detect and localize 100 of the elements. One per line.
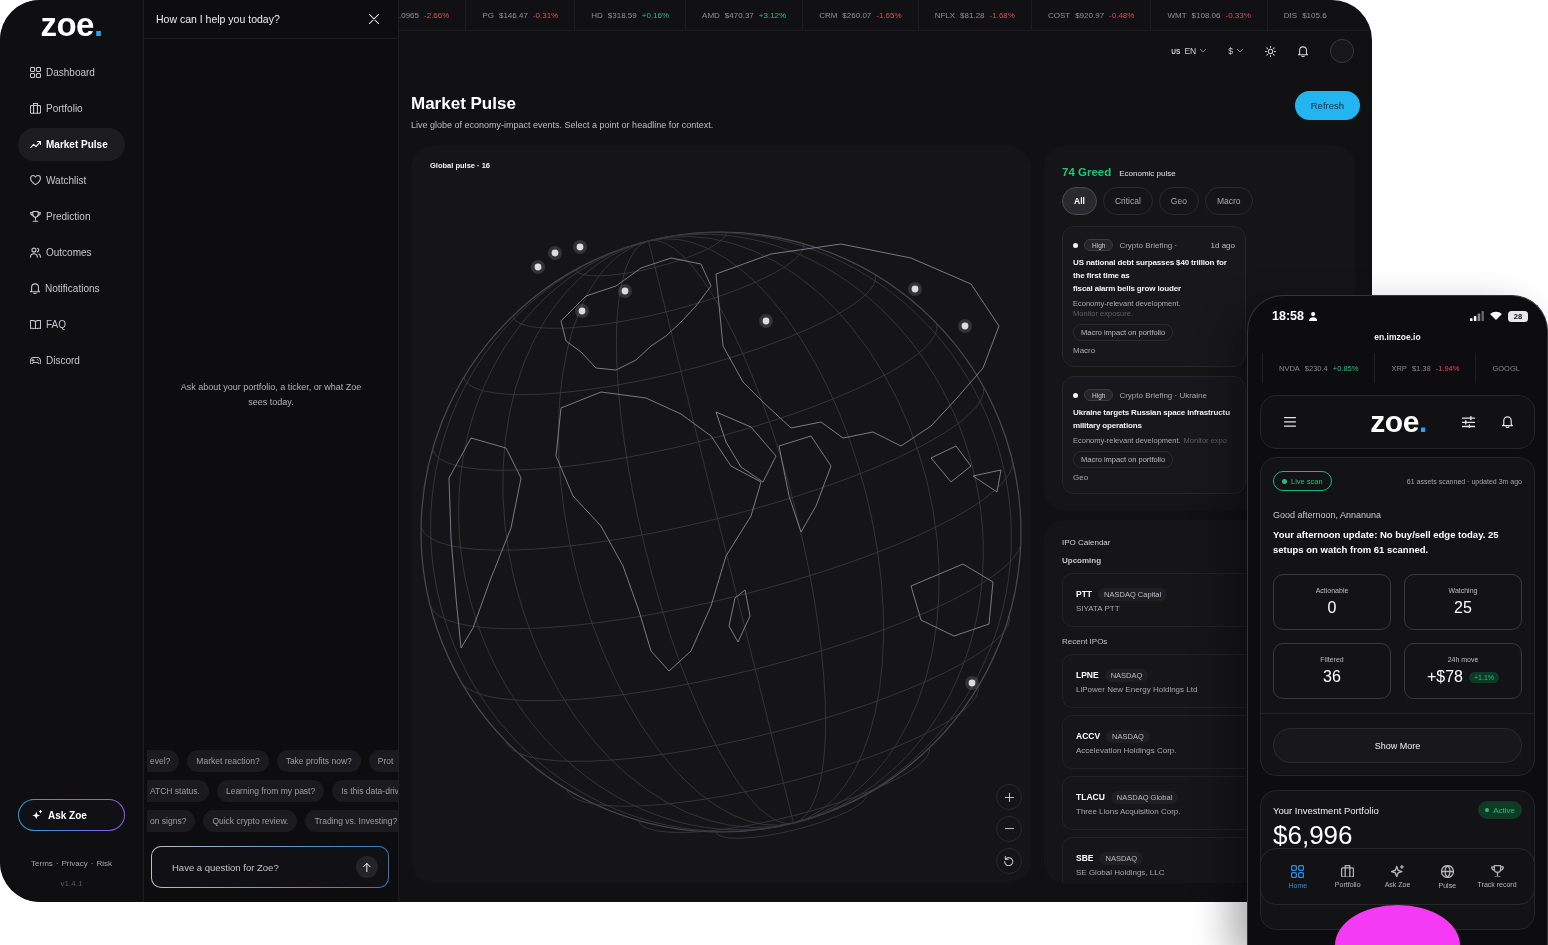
sidebar-item[interactable]: Market Pulse: [18, 128, 125, 161]
ipo-ticker: ACCV: [1076, 731, 1101, 741]
news-category: Macro: [1073, 346, 1096, 356]
sun-icon[interactable]: [1264, 45, 1276, 57]
trophy-icon: [30, 211, 41, 222]
event-marker-icon[interactable]: [759, 314, 773, 328]
separator: ·: [90, 859, 94, 869]
ipo-ticker: LPNE: [1076, 670, 1099, 680]
ticker-price: $105.6: [1302, 10, 1327, 20]
news-time: 1d ago: [1210, 240, 1235, 250]
footer-link[interactable]: Risk: [96, 859, 112, 869]
suggestion-chip[interactable]: Prot: [368, 750, 398, 772]
message-composer[interactable]: Have a question for Zoe?: [151, 846, 389, 888]
footer-link[interactable]: Terms: [31, 859, 53, 869]
show-more-button[interactable]: Show More: [1273, 728, 1522, 763]
chevron-down-icon: [1200, 49, 1207, 53]
sidebar-item[interactable]: Outcomes: [18, 236, 125, 269]
gamepad-icon: [30, 356, 41, 365]
event-marker-icon[interactable]: [908, 282, 922, 296]
page-title: Market Pulse: [411, 93, 517, 115]
sidebar-item[interactable]: FAQ: [18, 308, 125, 341]
ticker-price: $146.47: [498, 10, 528, 20]
sidebar-item[interactable]: Dashboard: [18, 56, 125, 89]
status-time: 18:58: [1272, 309, 1304, 323]
ticker-change: -0.31%: [532, 10, 559, 20]
logo: zoe.: [40, 8, 103, 42]
ticker-price: $318.59: [607, 10, 637, 20]
question-input[interactable]: Have a question for Zoe?: [172, 855, 350, 879]
ask-zoe-button[interactable]: Ask Zoe: [18, 799, 125, 831]
reset-view-button[interactable]: [996, 848, 1022, 874]
ticker-change: +3.12%: [758, 10, 787, 20]
suggestion-chip[interactable]: Market reaction?: [187, 750, 269, 772]
event-marker-icon[interactable]: [531, 260, 545, 274]
suggestion-chip[interactable]: Trading vs. Investing?: [305, 810, 398, 832]
briefcase-icon: [1341, 864, 1355, 878]
footer-link[interactable]: Privacy: [61, 859, 88, 869]
menu-icon[interactable]: [1284, 417, 1296, 427]
book-icon: [30, 319, 41, 330]
suggestion-chip[interactable]: evel?: [147, 750, 180, 772]
event-marker-icon[interactable]: [575, 304, 589, 318]
suggestion-chip[interactable]: Take profits now?: [276, 750, 361, 772]
portfolio-title: Your Investment Portfolio: [1273, 804, 1379, 816]
empty-state-text: Ask about your portfolio, a ticker, or what Zoe sees today.: [179, 380, 363, 409]
update-text: Your afternoon update: No buy/sell edge today. 25 setups on watch from 61 scanned.: [1273, 528, 1500, 557]
sidebar-item[interactable]: Prediction: [18, 200, 125, 233]
ticker-symbol: CRM: [819, 10, 838, 20]
news-card[interactable]: [1062, 226, 1246, 367]
event-marker-icon[interactable]: [618, 284, 632, 298]
chat-title: How can I help you today?: [156, 13, 280, 25]
filter-chip[interactable]: All: [1062, 187, 1097, 215]
ticker-change: -1.68%: [989, 10, 1015, 20]
portfolio-value: $6,996: [1273, 822, 1353, 849]
plus-icon: [1004, 792, 1014, 802]
sidebar-item[interactable]: Notifications: [18, 272, 125, 305]
sparkle-icon: [1391, 864, 1404, 878]
event-marker-icon[interactable]: [548, 246, 562, 260]
event-marker-icon[interactable]: [965, 676, 979, 690]
ticker-change: -0.48%: [1109, 10, 1135, 20]
suggestion-chip[interactable]: on signs?: [147, 810, 196, 832]
url-text: en.imzoe.io: [1373, 331, 1422, 343]
company-name: SIYATA PTT: [1076, 603, 1120, 613]
ticker-price: $920.97: [1075, 10, 1105, 20]
currency-selector[interactable]: $: [1228, 46, 1243, 56]
news-category: Geo: [1073, 473, 1089, 483]
circular-arrow-icon: [1004, 856, 1014, 866]
sidebar-item[interactable]: Portfolio: [18, 92, 125, 125]
bell-icon[interactable]: [1502, 416, 1513, 428]
panel-title: IPO Calendar: [1062, 538, 1112, 548]
news-headline: US national debt surpasses $40 trillion for the first time as fiscal alarm bells grow louder: [1073, 257, 1228, 295]
sliders-icon[interactable]: [1462, 415, 1475, 429]
news-source: Crypto Briefing · Ukraine: [1119, 390, 1207, 400]
ipo-ticker: TLACU: [1076, 792, 1105, 802]
event-marker-icon[interactable]: [573, 240, 587, 254]
person-icon: [1309, 311, 1318, 321]
news-source: Crypto Briefing ·: [1119, 240, 1178, 250]
stat-value: 25: [1454, 599, 1472, 617]
news-headline: Ukraine targets Russian space infrastructu military operations: [1073, 407, 1230, 432]
close-icon[interactable]: [369, 14, 379, 24]
ticker-symbol: NFLX: [934, 10, 956, 20]
separator: ·: [55, 859, 59, 869]
company-name: Three Lions Acquisition Corp.: [1076, 806, 1181, 816]
ticker-price: $470.37: [724, 10, 754, 20]
send-button[interactable]: [356, 856, 378, 878]
ticker-symbol: DIS: [1283, 10, 1298, 20]
sidebar-item[interactable]: Discord: [18, 344, 125, 377]
panel-label: Economic pulse: [1119, 169, 1176, 178]
suggestion-chip[interactable]: Quick crypto review.: [203, 810, 298, 832]
sidebar-item[interactable]: Watchlist: [18, 164, 125, 197]
status-dot-icon: [1073, 392, 1078, 398]
bell-icon[interactable]: [1297, 45, 1308, 57]
suggestion-chip[interactable]: ATCH status.: [147, 780, 209, 802]
people-icon: [30, 247, 41, 258]
zoom-in-button[interactable]: [996, 784, 1022, 810]
suggestion-chip[interactable]: Learning from my past?: [216, 780, 325, 802]
grid-icon: [1291, 864, 1305, 878]
refresh-button[interactable]: Refresh: [1294, 91, 1360, 120]
greeting-text: Good afternoon, Annanuna: [1273, 509, 1383, 521]
event-marker-icon[interactable]: [958, 319, 972, 333]
logo: zoe.: [1370, 407, 1427, 437]
suggestion-chip[interactable]: Is this data-driv: [332, 780, 398, 802]
